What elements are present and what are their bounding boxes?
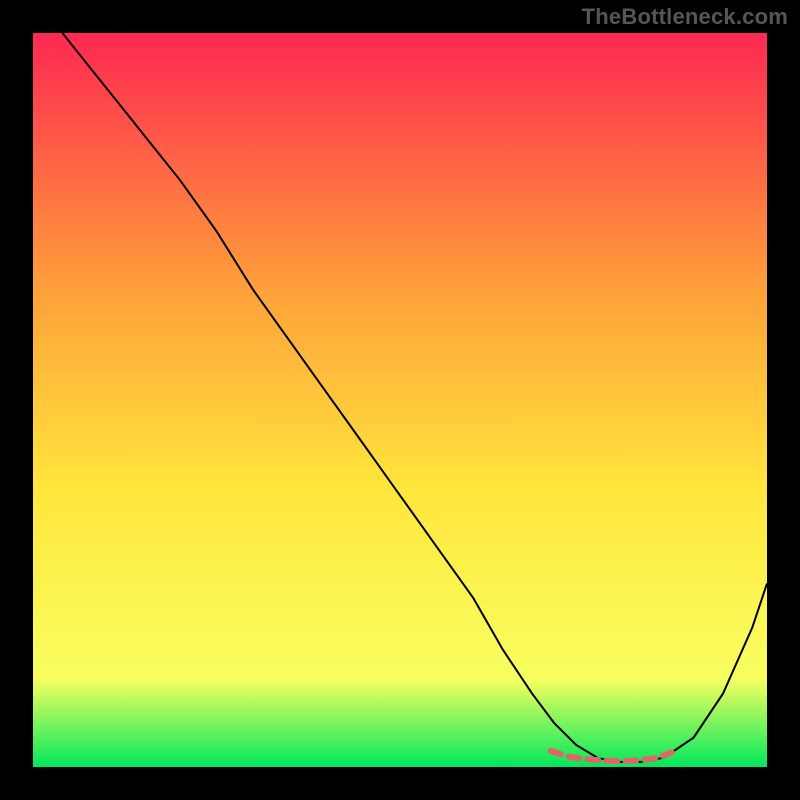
gradient-background bbox=[33, 33, 767, 767]
watermark-text: TheBottleneck.com bbox=[582, 4, 788, 30]
chart-svg bbox=[33, 33, 767, 767]
plot-area bbox=[33, 33, 767, 767]
chart-container: TheBottleneck.com bbox=[0, 0, 800, 800]
